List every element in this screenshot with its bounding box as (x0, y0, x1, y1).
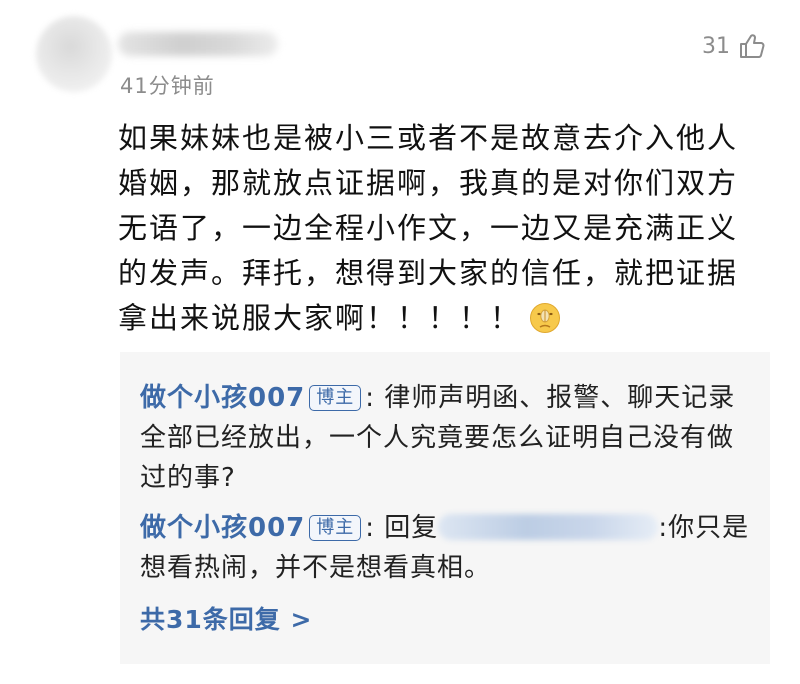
like-button[interactable]: 31 (702, 32, 766, 60)
comment-line: 无语了，一边全程小作文，一边又是充满正义 (118, 211, 739, 245)
comment-line-text: 拿出来说服大家啊！！！！！ (118, 301, 522, 335)
comment-line: 的发声。拜托，想得到大家的信任，就把证据 (118, 256, 739, 290)
comment-line: 如果妹妹也是被小三或者不是故意去介入他人 (118, 121, 739, 155)
comment-line: 拿出来说服大家啊！！！！！ (118, 296, 768, 341)
reply-item[interactable]: 做个小孩007 博主: 律师声明函、报警、聊天记录全部已经放出，一个人究竟要怎么证… (140, 378, 752, 498)
thumbs-up-icon (738, 32, 766, 60)
author-badge: 博主 (309, 385, 362, 411)
reply-item[interactable]: 做个小孩007 博主: 回复:你只是想看热闹，并不是想看真相。 (140, 508, 752, 588)
author-badge: 博主 (309, 515, 362, 541)
reply-author[interactable]: 做个小孩007 (140, 513, 305, 543)
comment-text: 如果妹妹也是被小三或者不是故意去介入他人 婚姻，那就放点证据啊，我真的是对你们双… (118, 116, 768, 341)
comment-card: 41分钟前 31 如果妹妹也是被小三或者不是故意去介入他人 婚姻，那就放点证据啊… (0, 0, 800, 684)
timestamp: 41分钟前 (120, 74, 215, 98)
comment-line: 婚姻，那就放点证据啊，我真的是对你们双方 (118, 166, 739, 200)
reply-author[interactable]: 做个小孩007 (140, 383, 305, 413)
hush-emoji-icon (529, 302, 561, 334)
avatar[interactable] (36, 16, 112, 92)
username-blurred[interactable] (118, 32, 278, 56)
like-count: 31 (702, 33, 730, 59)
view-all-replies-link[interactable]: 共31条回复 > (140, 600, 312, 636)
replied-user-blurred[interactable] (438, 514, 659, 540)
reply-prefix: : 回复 (365, 513, 439, 543)
replies-panel: 做个小孩007 博主: 律师声明函、报警、聊天记录全部已经放出，一个人究竟要怎么证… (120, 352, 770, 664)
